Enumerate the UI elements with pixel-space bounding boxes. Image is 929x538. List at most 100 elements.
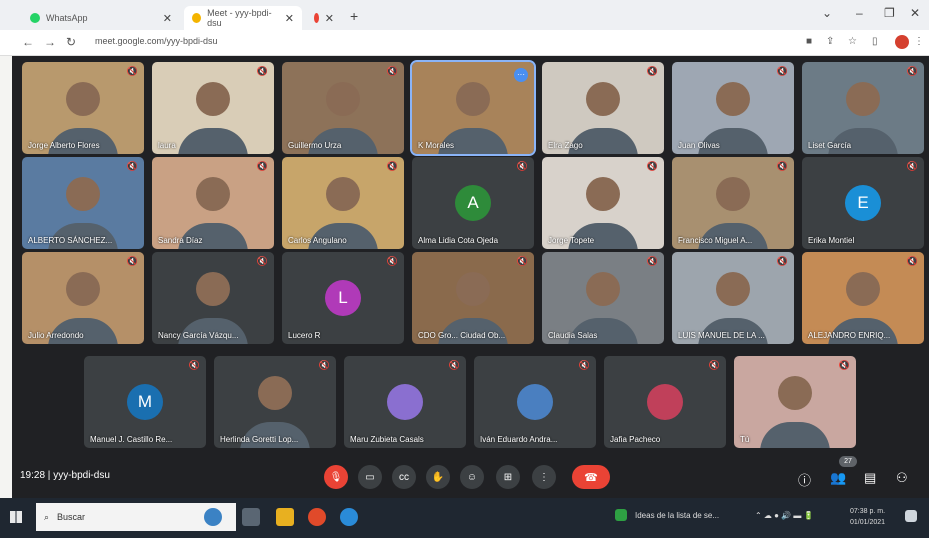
participant-tile[interactable]: 🔇 Guillermo Urza [282, 62, 404, 154]
participant-tile[interactable]: 🔇 Maru Zubieta Casals [344, 356, 466, 448]
whatsapp-icon [30, 13, 40, 23]
participant-tile[interactable]: 🔇 Elra Zago [542, 62, 664, 154]
menu-icon[interactable]: ⋮ [914, 36, 924, 47]
muted-icon: 🔇 [386, 161, 398, 171]
chrome-icon[interactable] [308, 508, 326, 526]
sidepanel-icon[interactable]: ▯ [872, 36, 878, 47]
system-tray-icons[interactable]: ⌃ ☁ ● 🔊 ▬ 🔋 [755, 511, 814, 520]
close-window-icon[interactable]: ✕ [910, 6, 920, 20]
participant-tile[interactable]: 🔇 Francisco Miguel A... [672, 157, 794, 249]
participant-tile[interactable]: 🔇 ALEJANDRO ENRIQ... [802, 252, 924, 344]
tab-label: Meet - yyy-bpdi-dsu [207, 8, 272, 28]
participant-tile[interactable]: 🔇 CDO Gro... Ciudad Ob... [412, 252, 534, 344]
minimize-icon[interactable]: – [856, 6, 863, 20]
participant-tile[interactable]: E 🔇 Erika Montiel [802, 157, 924, 249]
participant-tile[interactable]: M 🔇 Manuel J. Castillo Re... [84, 356, 206, 448]
muted-icon: 🔇 [386, 256, 398, 266]
camera-icon[interactable]: ■ [806, 36, 812, 47]
muted-icon: 🔇 [256, 161, 268, 171]
star-icon[interactable]: ☆ [848, 36, 857, 47]
participant-name: Julio Arredondo [28, 331, 84, 340]
info-icon[interactable]: ⓘ [798, 470, 811, 489]
participant-tile[interactable]: 🔇 Jorge Topete [542, 157, 664, 249]
notification-text[interactable]: Ideas de la lista de se... [635, 511, 719, 520]
tab-meet[interactable]: Meet - yyy-bpdi-dsu ✕ [184, 6, 302, 30]
tab-recording[interactable]: ✕ [306, 6, 342, 30]
raise-hand-button[interactable]: ✋ [426, 465, 450, 489]
meeting-clock: 19:28 | yyy-bpdi-dsu [20, 470, 110, 481]
participant-video [586, 177, 620, 212]
present-button[interactable]: ⊞ [496, 465, 520, 489]
participant-tile[interactable]: 🔇 Jorge Alberto Flores [22, 62, 144, 154]
end-call-button[interactable]: ☎ [572, 465, 610, 489]
participant-tile[interactable]: 🔇 LUIS MANUEL DE LA ... [672, 252, 794, 344]
task-view-icon[interactable] [242, 508, 260, 526]
forward-icon[interactable]: → [44, 35, 56, 49]
muted-icon: 🔇 [188, 360, 200, 370]
people-icon[interactable]: 👥 [830, 470, 846, 486]
maximize-icon[interactable]: ❐ [884, 6, 895, 20]
more-options-icon[interactable]: ··· [514, 68, 528, 82]
participant-name: Sandra Díaz [158, 236, 203, 245]
muted-icon: 🔇 [906, 66, 918, 76]
mic-off-button[interactable]: 🎙 [324, 465, 348, 489]
participant-tile[interactable]: 🔇 Juan Olivas [672, 62, 794, 154]
more-options-button[interactable]: ⋮ [532, 465, 556, 489]
url-field[interactable]: meet.google.com/yyy-bpdi-dsu [95, 36, 218, 46]
captions-button[interactable]: cc [392, 465, 416, 489]
participant-tile[interactable]: 🔇 ALBERTO SÁNCHEZ... [22, 157, 144, 249]
muted-icon: 🔇 [776, 256, 788, 266]
muted-icon: 🔇 [448, 360, 460, 370]
muted-icon: 🔇 [126, 161, 138, 171]
cortana-icon[interactable] [204, 508, 222, 526]
meet-icon [192, 13, 202, 23]
participant-tile[interactable]: 🔇 Jafia Pacheco [604, 356, 726, 448]
edge-icon[interactable] [340, 508, 358, 526]
participant-tile[interactable]: 🔇 laura [152, 62, 274, 154]
participant-video [66, 272, 100, 307]
participant-tile[interactable]: A 🔇 Alma Lidia Cota Ojeda [412, 157, 534, 249]
chat-icon[interactable]: ▤ [864, 470, 876, 486]
muted-icon: 🔇 [578, 360, 590, 370]
avatar [517, 383, 553, 420]
participant-name: Maru Zubieta Casals [350, 435, 424, 444]
participant-tile[interactable]: 🔇 Iván Eduardo Andra... [474, 356, 596, 448]
participant-video [716, 177, 750, 212]
close-icon[interactable]: ✕ [325, 12, 334, 25]
meeting-code: yyy-bpdi-dsu [53, 470, 110, 481]
participant-tile[interactable]: 🔇 Julio Arredondo [22, 252, 144, 344]
camera-button[interactable]: ▭ [358, 465, 382, 489]
emoji-button[interactable]: ☺ [460, 465, 484, 489]
participant-video [456, 82, 490, 117]
file-explorer-icon[interactable] [276, 508, 294, 526]
participant-tile[interactable]: 🔇 Nancy García Vázqu... [152, 252, 274, 344]
activities-icon[interactable]: ⚇ [896, 470, 908, 486]
participant-tile[interactable]: L 🔇 Lucero R [282, 252, 404, 344]
new-tab-icon[interactable]: + [350, 8, 358, 24]
participant-tile[interactable]: 🔇 Liset García [802, 62, 924, 154]
back-icon[interactable]: ← [22, 35, 34, 49]
close-icon[interactable]: ✕ [285, 12, 294, 25]
avatar [647, 383, 683, 420]
browser-tab-bar: WhatsApp ✕ Meet - yyy-bpdi-dsu ✕ ✕ + ⌄ –… [0, 0, 929, 30]
participant-tile[interactable]: ··· K Morales [410, 60, 536, 156]
participant-tile[interactable]: 🔇 Tú [734, 356, 856, 448]
action-center-icon[interactable] [905, 510, 917, 522]
participant-name: Jafia Pacheco [610, 435, 661, 444]
reload-icon[interactable]: ↻ [66, 35, 76, 49]
participant-name: ALBERTO SÁNCHEZ... [28, 236, 113, 245]
participant-tile[interactable]: 🔇 Sandra Díaz [152, 157, 274, 249]
participant-tile[interactable]: 🔇 Carlos Angulano [282, 157, 404, 249]
close-icon[interactable]: ✕ [163, 12, 172, 25]
participant-tile[interactable]: 🔇 Herlinda Goretti Lop... [214, 356, 336, 448]
taskbar-clock[interactable]: 07:38 p. m. 01/01/2021 [850, 506, 885, 528]
windows-start-icon[interactable] [10, 511, 22, 523]
chevron-down-icon[interactable]: ⌄ [822, 6, 832, 20]
avatar[interactable] [895, 35, 909, 49]
participant-name: Erika Montiel [808, 236, 855, 245]
tab-whatsapp[interactable]: WhatsApp ✕ [22, 6, 180, 30]
participant-name: Iván Eduardo Andra... [480, 435, 558, 444]
share-icon[interactable]: ⇪ [826, 36, 834, 47]
participant-name: Jorge Alberto Flores [28, 141, 100, 150]
participant-tile[interactable]: 🔇 Claudia Salas [542, 252, 664, 344]
